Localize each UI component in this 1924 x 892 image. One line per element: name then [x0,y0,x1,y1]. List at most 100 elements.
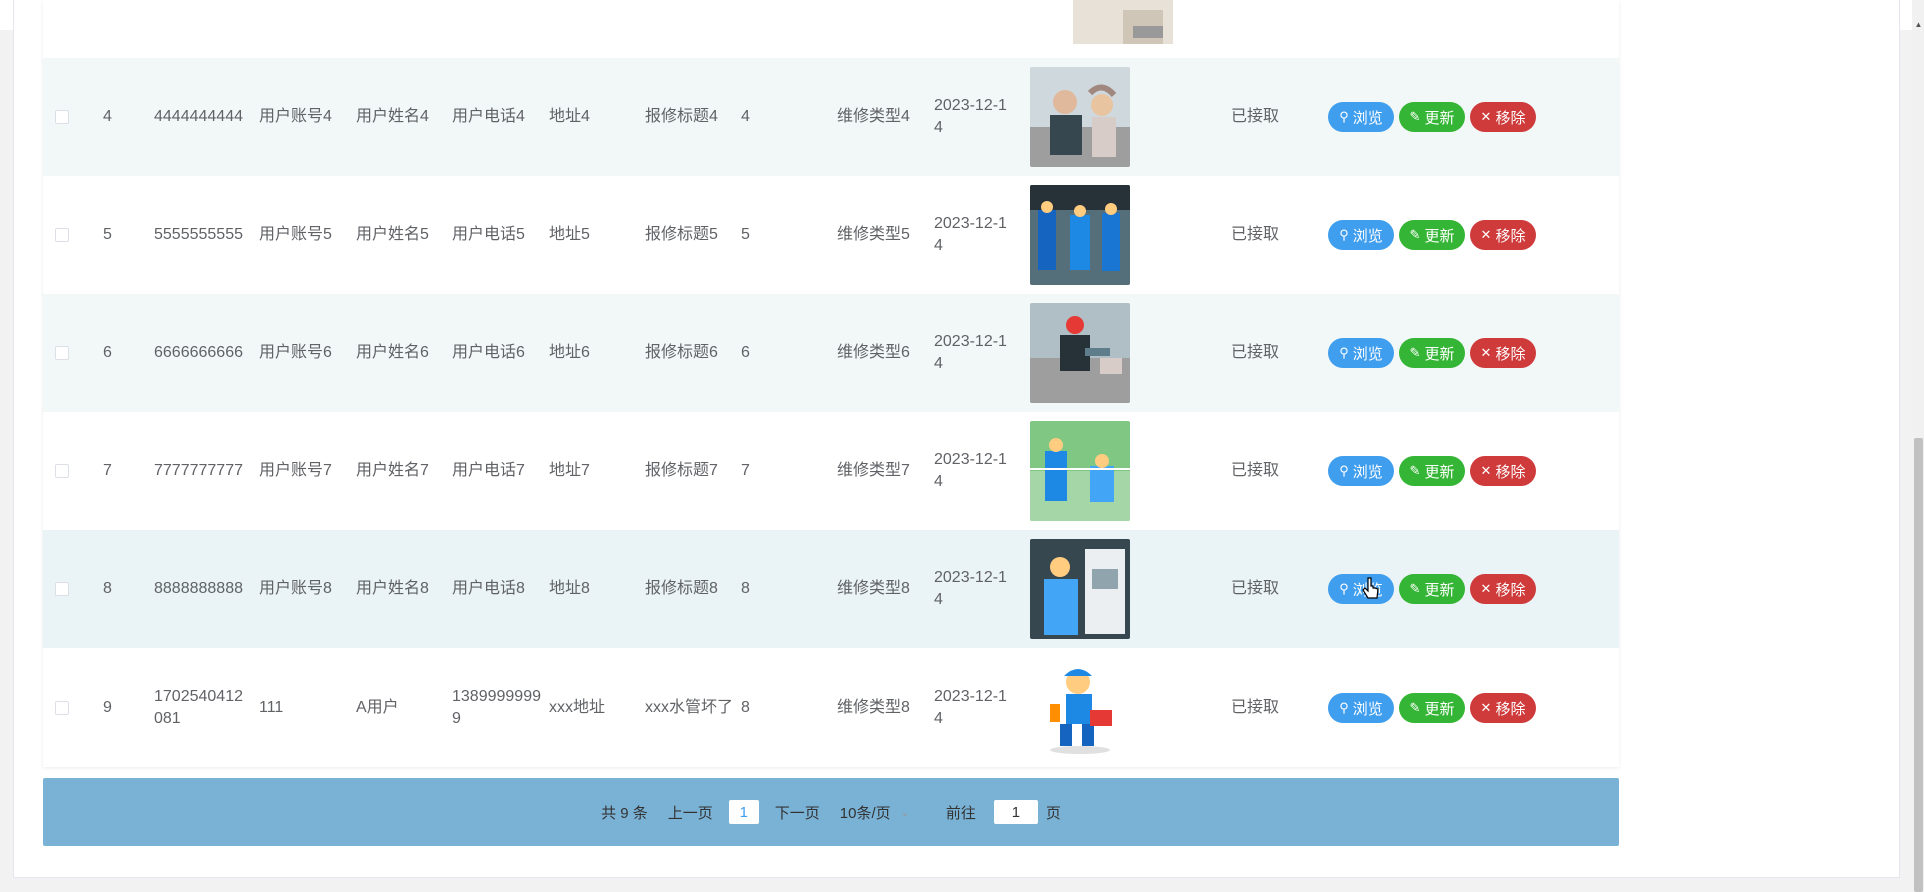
view-button[interactable]: ⚲浏览 [1328,693,1394,723]
row-index: 9 [103,649,133,767]
edit-button[interactable]: ✎ 更新 [1399,574,1465,604]
view-button[interactable]: ⚲浏览 [1328,220,1394,250]
row-checkbox[interactable] [55,701,69,715]
repair-quantity: 4 [741,58,781,176]
edit-button[interactable]: ✎ 更新 [1399,220,1465,250]
row-index-text: 4 [103,108,112,125]
delete-button[interactable]: ✕ 移除 [1470,102,1536,132]
address: 地址4 [549,58,639,176]
row-actions: ⚲浏览✎更新✕移除 [1328,58,1548,176]
next-page-button[interactable]: 下一页 [775,802,820,823]
repair-title: xxx水管坏了 [645,649,735,767]
edit-button-label: 更新 [1424,463,1455,481]
address-text: 地址4 [549,108,590,125]
repair-type-text: 维修类型7 [837,462,910,479]
row-checkbox[interactable] [55,228,69,242]
repair-image-cell [1030,530,1132,648]
search-icon: ⚲ [1339,345,1349,360]
table-row: 8 8888888888 用户账号8 用户姓名8 用户电话8 地址8 报修标题8 8 维修类型8… [43,530,1619,648]
repair-quantity: 7 [741,412,781,530]
user-account: 用户账号8 [259,530,349,648]
row-checkbox[interactable] [55,464,69,478]
close-icon: ✕ [1480,581,1492,596]
delete-button-label: 移除 [1495,109,1526,127]
repair-title: 报修标题4 [645,58,735,176]
delete-button[interactable]: ✕ 移除 [1470,338,1536,368]
view-button-label: 浏览 [1352,345,1383,363]
edit-button[interactable]: ✎ 更新 [1399,102,1465,132]
edit-button[interactable]: ✎ 更新 [1399,456,1465,486]
repair-date: 2023-12-14 [934,649,1014,767]
user-account-text: 用户账号5 [259,226,332,243]
row-checkbox[interactable] [55,346,69,360]
close-icon: ✕ [1480,109,1492,124]
user-account: 用户账号6 [259,294,349,412]
user-phone-text: 13899999999 [452,688,541,727]
repair-date-text: 2023-12-14 [934,688,1007,727]
repair-number: 4444444444 [154,58,248,176]
scroll-up-arrow-icon[interactable]: ▲ [1913,20,1924,36]
delete-button[interactable]: ✕ 移除 [1470,574,1536,604]
row-checkbox[interactable] [55,582,69,596]
goto-suffix: 页 [1045,804,1061,822]
pointer-cursor-icon [1362,577,1379,599]
repair-image-cell [1030,412,1132,530]
repair-status-text: 已接取 [1231,108,1280,125]
repair-type-text: 维修类型8 [837,580,910,597]
delete-button[interactable]: ✕ 移除 [1470,220,1536,250]
row-actions: ⚲浏览✎更新✕移除 [1328,294,1548,412]
repair-quantity: 5 [741,176,781,294]
user-name: 用户姓名8 [356,530,451,648]
workers-outdoor-photo[interactable] [1030,421,1130,521]
page-number-current[interactable]: 1 [728,800,759,824]
repair-type: 维修类型4 [837,58,927,176]
delete-button[interactable]: ✕ 移除 [1470,693,1536,723]
repair-number: 8888888888 [154,530,248,648]
user-name-text: 用户姓名6 [356,344,429,361]
view-button[interactable]: ⚲浏览 [1328,574,1394,604]
scrollbar-thumb[interactable] [1914,438,1923,892]
search-icon: ⚲ [1339,227,1349,242]
row-index: 6 [103,294,133,412]
edit-button[interactable]: ✎ 更新 [1399,338,1465,368]
repair-number: 6666666666 [154,294,248,412]
user-account: 用户账号5 [259,176,349,294]
repair-title-text: 报修标题4 [645,108,718,125]
repair-date: 2023-12-14 [934,58,1014,176]
repair-quantity: 6 [741,294,781,412]
repair-quantity-text: 7 [741,462,750,479]
technician-with-customer-photo[interactable] [1030,67,1130,167]
user-account-text: 用户账号6 [259,344,332,361]
repair-image-cell [1030,294,1132,412]
repair-date-text: 2023-12-14 [934,333,1007,372]
page-size-select[interactable]: 10条/页 ⌄ [840,802,910,823]
repair-title-text: 报修标题6 [645,344,718,361]
repair-date: 2023-12-14 [934,530,1014,648]
user-name: A用户 [356,649,451,767]
delete-button[interactable]: ✕ 移除 [1470,456,1536,486]
prev-page-button[interactable]: 上一页 [668,802,713,823]
address: 地址5 [549,176,639,294]
user-phone: 13899999999 [452,649,542,767]
search-icon: ⚲ [1339,463,1349,478]
view-button[interactable]: ⚲浏览 [1328,338,1394,368]
repair-quantity: 8 [741,530,781,648]
worker-repairing-road-photo[interactable] [1030,303,1130,403]
cartoon-plumber-illustration[interactable] [1030,658,1130,758]
view-button[interactable]: ⚲浏览 [1328,456,1394,486]
technician-at-panel-photo[interactable] [1030,539,1130,639]
row-index: 8 [103,530,133,648]
repair-image-cell [1030,176,1132,294]
row-checkbox[interactable] [55,110,69,124]
row-actions: ⚲浏览✎更新✕移除 [1328,530,1548,648]
repair-number: 5555555555 [154,176,248,294]
workers-in-factory-photo[interactable] [1030,185,1130,285]
repair-status-text: 已接取 [1231,699,1280,716]
goto-page-input[interactable]: 1 [993,800,1038,824]
repair-type-text: 维修类型8 [837,699,910,716]
repair-title-text: 报修标题5 [645,226,718,243]
user-name: 用户姓名6 [356,294,451,412]
search-icon: ⚲ [1339,581,1349,596]
edit-button[interactable]: ✎ 更新 [1399,693,1465,723]
view-button[interactable]: ⚲浏览 [1328,102,1394,132]
